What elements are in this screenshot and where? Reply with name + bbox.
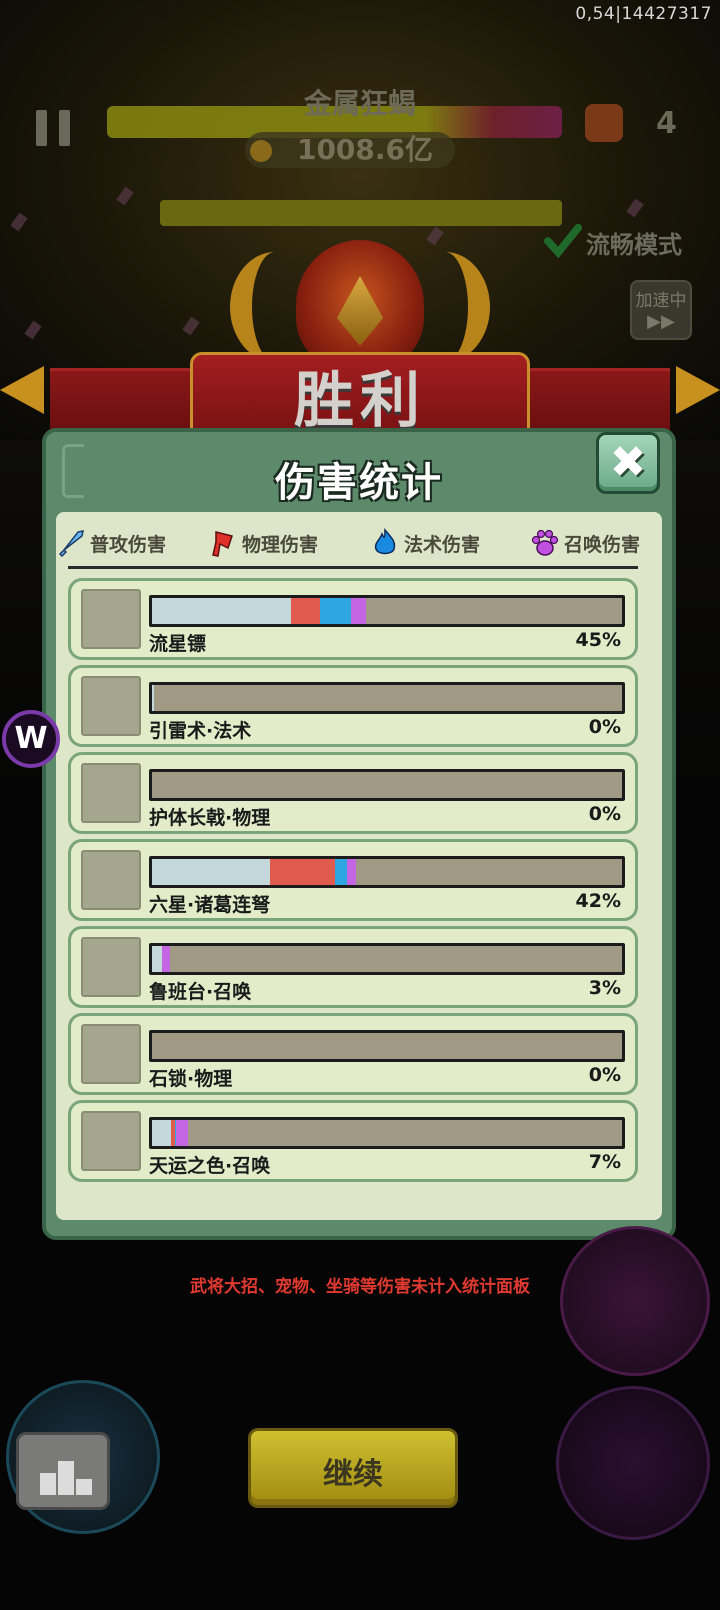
skill-row: 鲁班台·召唤 3% [68,926,638,1008]
damage-bar-segment-phys [290,598,321,624]
pause-button[interactable] [36,110,70,146]
damage-bar-segment-summ [176,1120,188,1146]
podium-icon [40,1461,92,1495]
shuriken-icon [81,589,141,649]
skill-percent: 0% [588,1064,621,1086]
skill-row: 流星镖 45% [68,578,638,660]
damage-bar-segment-basic [152,685,154,711]
skill-row: 六星·诸葛连弩 42% [68,839,638,921]
banner-arrow-right [676,366,720,414]
lightning-icon [81,676,141,736]
damage-bar-segment-basic [152,859,270,885]
legend-item-magic: 法术伤害 [370,522,480,564]
flame-icon [374,528,396,555]
legend-item-summon: 召唤伤害 [530,522,640,564]
damage-bar-segment-basic [152,1120,171,1146]
debug-text: 0,54|14427317 [575,4,712,24]
continue-label: 继续 [323,1457,383,1492]
damage-bar-segment-basic [152,946,163,972]
skill-row: 引雷术·法术 0% [68,665,638,747]
damage-bar [149,943,625,975]
skill-name: 六星·诸葛连弩 [149,894,271,916]
skill-orb-right-top [560,1226,710,1376]
coin-icon [250,140,272,162]
pause-bar-right [59,110,70,146]
close-button[interactable]: ✖ [596,432,660,494]
wave-count: 4 [656,106,677,141]
paw-icon [531,529,559,556]
damage-bar [149,1117,625,1149]
skill-percent: 0% [588,803,621,825]
damage-bar [149,769,625,801]
damage-bar [149,682,625,714]
skill-orb-right-bottom [556,1386,710,1540]
damage-bar-segment-summ [350,598,366,624]
crossbow-icon [81,850,141,910]
stone-lock-icon [81,1024,141,1084]
halberd-icon [81,763,141,823]
dice-icon [81,1111,141,1171]
skill-name: 引雷术·法术 [149,720,252,742]
progress-bar [160,200,562,226]
speed-up-label: 加速中 [635,291,687,311]
skill-name: 天运之色·召唤 [149,1155,271,1177]
speed-up-button[interactable]: 加速中 ▶▶ [630,280,692,340]
skill-percent: 3% [588,977,621,999]
legend-item-physical: 物理伤害 [208,522,318,564]
damage-legend: 普攻伤害 物理伤害 法术伤害 召唤伤害 [56,522,662,564]
skill-row: 护体长戟·物理 0% [68,752,638,834]
panel-title: 伤害统计 [275,460,443,506]
skill-name: 护体长戟·物理 [149,807,271,829]
axe-icon [212,531,233,557]
damage-bar-segment-summ [347,859,356,885]
damage-bar-segment-summ [162,946,171,972]
skill-row: 石锁·物理 0% [68,1013,638,1095]
side-floating-badge[interactable]: W [2,710,60,768]
skill-percent: 0% [588,716,621,738]
damage-bar [149,856,625,888]
continue-button[interactable]: 继续 [248,1428,458,1508]
smooth-mode-label[interactable]: 流畅模式 [548,225,682,260]
skill-name: 石锁·物理 [149,1068,233,1090]
close-icon: ✖ [609,437,647,488]
luban-platform-icon [81,937,141,997]
damage-stats-panel: 伤害统计 ✖ 普攻伤害 物理伤害 法术伤害 召唤伤害 流星镖 45% 引雷术·法… [42,428,676,1240]
damage-bar-segment-phys [269,859,336,885]
boss-hp-value: 1008.6亿 [245,132,455,168]
legend-label-physical: 物理伤害 [242,533,319,556]
banner-arrow-left [0,366,44,414]
legend-item-basic: 普攻伤害 [56,522,166,564]
chest-icon [585,104,623,142]
sword-icon [58,530,84,558]
pause-bar-left [36,110,47,146]
boss-name: 金属狂蝎 [303,87,416,120]
skill-percent: 7% [588,1151,621,1173]
damage-bar [149,1030,625,1062]
damage-bar-segment-magic [335,859,348,885]
damage-bar [149,595,625,627]
fast-forward-icon: ▶▶ [647,311,675,332]
damage-bar-segment-magic [320,598,351,624]
skill-percent: 45% [575,629,621,651]
ranking-button[interactable] [16,1432,110,1510]
victory-title: 胜利 [294,366,426,436]
panel-content: 普攻伤害 物理伤害 法术伤害 召唤伤害 流星镖 45% 引雷术·法术 0% 护体… [56,512,662,1220]
skill-percent: 42% [575,890,621,912]
legend-divider [68,566,638,569]
damage-bar-segment-basic [152,598,291,624]
skill-name: 鲁班台·召唤 [149,981,252,1003]
legend-label-summon: 召唤伤害 [564,533,641,556]
skill-name: 流星镖 [149,633,207,655]
legend-label-basic: 普攻伤害 [90,533,167,556]
skill-row: 天运之色·召唤 7% [68,1100,638,1182]
legend-label-magic: 法术伤害 [404,533,481,556]
